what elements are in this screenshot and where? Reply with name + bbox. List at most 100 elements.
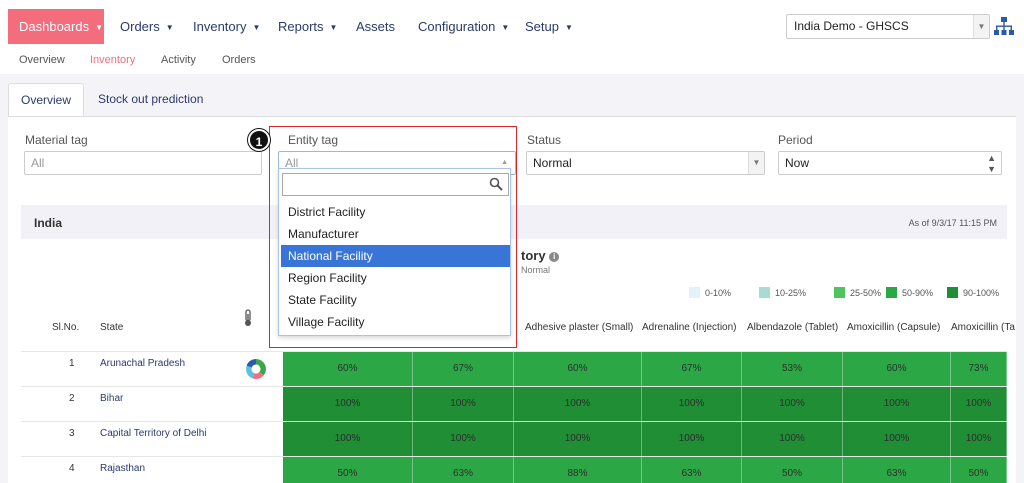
results-title: India — [34, 216, 63, 230]
subnav-activity[interactable]: Activity — [161, 54, 196, 66]
legend-item: 50-90% — [886, 287, 934, 298]
stock-cell[interactable]: 100% — [642, 387, 742, 421]
info-icon[interactable]: i — [549, 251, 560, 262]
subnav-inventory[interactable]: Inventory — [90, 54, 135, 66]
legend-label: 0-10% — [705, 288, 732, 298]
nav-dashboards[interactable]: Dashboards ▼ — [8, 9, 104, 44]
row-slno: 1 — [69, 358, 75, 369]
legend-label: 90-100% — [963, 288, 1000, 298]
stock-cell[interactable]: 100% — [742, 422, 843, 456]
stock-cell[interactable]: 100% — [742, 387, 843, 421]
stock-cell[interactable]: 88% — [514, 457, 642, 483]
legend-swatch — [689, 287, 700, 298]
stock-cell[interactable]: 67% — [642, 352, 742, 386]
period-value: Now — [785, 156, 810, 170]
step-badge: 1 — [248, 129, 270, 151]
column-header-material[interactable]: Amoxicillin (Ta — [951, 322, 1015, 333]
stock-cell[interactable]: 63% — [642, 457, 742, 483]
table-row: 2 Bihar 100% 100% 100% 100% 100% 100% 100% — [21, 386, 1007, 421]
stock-cell[interactable]: 100% — [951, 422, 1007, 456]
column-header-material[interactable]: Adhesive plaster (Small) — [525, 322, 633, 333]
subnav-overview[interactable]: Overview — [19, 54, 65, 66]
nav-label: Reports — [278, 19, 324, 34]
column-header-material[interactable]: Albendazole (Tablet) — [747, 322, 838, 333]
table-row: 1 Arunachal Pradesh 60% 67% 60% 67% 53% 60% 73% — [21, 351, 1007, 386]
caret-down-icon: ▼ — [95, 23, 104, 33]
status-label: Status — [527, 133, 562, 147]
caret-down-icon: ▼ — [564, 23, 573, 33]
stock-cell[interactable]: 53% — [742, 352, 843, 386]
period-select[interactable]: Now ▲ ▼ — [778, 151, 1002, 175]
nav-inventory[interactable]: Inventory ▼ — [193, 9, 260, 44]
stock-cell[interactable]: 100% — [283, 387, 413, 421]
status-value: Normal — [533, 156, 572, 170]
row-state-link[interactable]: Rajasthan — [100, 463, 145, 474]
tab-overview[interactable]: Overview — [8, 83, 85, 116]
tab-stock-out-prediction[interactable]: Stock out prediction — [86, 83, 215, 116]
row-state-link[interactable]: Capital Territory of Delhi — [100, 428, 207, 439]
hierarchy-icon[interactable] — [994, 16, 1014, 36]
legend-swatch — [886, 287, 897, 298]
stock-cell[interactable]: 100% — [514, 422, 642, 456]
stock-cell[interactable]: 73% — [951, 352, 1007, 386]
caret-down-icon: ▼ — [252, 23, 261, 33]
legend-label: 50-90% — [902, 288, 934, 298]
row-state-link[interactable]: Bihar — [100, 393, 123, 404]
nav-label: Orders — [120, 19, 160, 34]
sub-nav-bar: Overview Inventory Activity Orders — [0, 46, 1024, 74]
row-slno: 2 — [69, 393, 75, 404]
stock-cell[interactable]: 100% — [951, 387, 1007, 421]
legend-swatch — [834, 287, 845, 298]
row-slno: 3 — [69, 428, 75, 439]
nav-assets[interactable]: Assets — [356, 9, 395, 44]
nav-reports[interactable]: Reports ▼ — [278, 9, 337, 44]
legend-item: 0-10% — [689, 287, 732, 298]
subnav-orders[interactable]: Orders — [222, 54, 256, 66]
row-state-link[interactable]: Arunachal Pradesh — [100, 358, 185, 369]
chart-title-text: tory — [521, 248, 546, 263]
stock-cell[interactable]: 60% — [514, 352, 642, 386]
top-nav-bar: Dashboards ▼ Orders ▼ Inventory ▼ Reports ▼ … — [0, 0, 1024, 52]
pie-chart-icon[interactable] — [245, 358, 267, 380]
stock-cell[interactable]: 100% — [843, 387, 951, 421]
stock-cell[interactable]: 50% — [951, 457, 1007, 483]
stock-cell[interactable]: 50% — [742, 457, 843, 483]
nav-setup[interactable]: Setup ▼ — [525, 9, 573, 44]
chart-title: tory i — [521, 248, 560, 263]
table-row: 3 Capital Territory of Delhi 100% 100% 100% 1… — [21, 421, 1007, 456]
stock-cell[interactable]: 67% — [413, 352, 514, 386]
stock-cell[interactable]: 100% — [283, 422, 413, 456]
stock-cell[interactable]: 60% — [283, 352, 413, 386]
column-header-state: State — [100, 322, 124, 333]
annotation-highlight-box — [269, 126, 517, 348]
legend-label: 25-50% — [850, 288, 882, 298]
material-tag-label: Material tag — [25, 133, 88, 147]
domain-select[interactable]: India Demo - GHSCS ▼ — [786, 14, 990, 39]
nav-label: Setup — [525, 19, 559, 34]
stock-cell[interactable]: 100% — [514, 387, 642, 421]
status-select[interactable]: Normal ▼ — [526, 151, 765, 175]
domain-select-value: India Demo - GHSCS — [794, 19, 909, 33]
stock-cell[interactable]: 100% — [413, 387, 514, 421]
caret-down-icon: ▼ — [501, 23, 510, 33]
stock-cell[interactable]: 100% — [413, 422, 514, 456]
column-header-material[interactable]: Adrenaline (Injection) — [642, 322, 737, 333]
legend-label: 10-25% — [775, 288, 807, 298]
thermometer-icon[interactable] — [241, 309, 255, 327]
period-label: Period — [778, 133, 813, 147]
material-tag-input[interactable]: All — [24, 151, 262, 175]
chart-subtitle: Normal — [521, 265, 551, 275]
column-header-material[interactable]: Amoxicillin (Capsule) — [847, 322, 940, 333]
stock-cell[interactable]: 100% — [843, 422, 951, 456]
caret-down-icon: ▼ — [329, 23, 338, 33]
nav-configuration[interactable]: Configuration ▼ — [418, 9, 509, 44]
stock-cell[interactable]: 60% — [843, 352, 951, 386]
legend-item: 25-50% — [834, 287, 882, 298]
table-row: 4 Rajasthan 50% 63% 88% 63% 50% 63% 50% — [21, 456, 1007, 483]
stock-cell[interactable]: 63% — [413, 457, 514, 483]
stock-cell[interactable]: 100% — [642, 422, 742, 456]
nav-orders[interactable]: Orders ▼ — [120, 9, 174, 44]
stock-cell[interactable]: 63% — [843, 457, 951, 483]
nav-label: Dashboards — [19, 19, 90, 34]
stock-cell[interactable]: 50% — [283, 457, 413, 483]
